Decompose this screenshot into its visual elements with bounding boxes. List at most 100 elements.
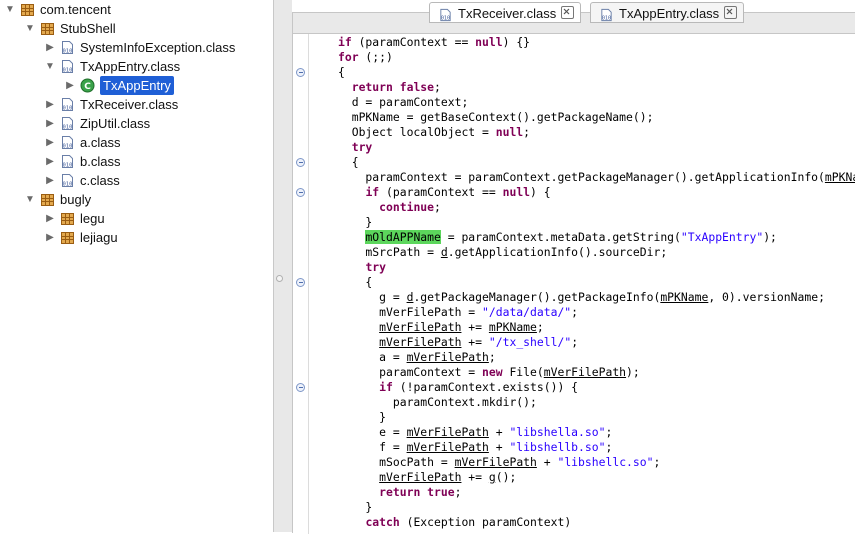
code-line: if (!paramContext.exists()) { [338, 380, 578, 395]
code-field: mVerFilePath [379, 470, 462, 484]
code-keyword: catch [365, 515, 400, 529]
code-string: "libshellc.so" [557, 455, 654, 469]
tree-item[interactable]: ▶ legu [0, 209, 273, 228]
code-line: mSrcPath = d.getApplicationInfo().source… [338, 245, 667, 260]
tree-item[interactable]: ▶ 010 c.class [0, 171, 273, 190]
code-line: { [338, 65, 345, 80]
tree-item[interactable]: ▶ 010 TxReceiver.class [0, 95, 273, 114]
svg-text:C: C [84, 82, 91, 92]
collapsed-twisty-icon[interactable]: ▶ [44, 133, 56, 152]
code-text: .getApplicationInfo().sourceDir; [447, 245, 668, 259]
code-field: d [440, 245, 448, 259]
class-file-icon: 010 [60, 97, 75, 112]
code-keyword: true [427, 485, 455, 499]
svg-text:010: 010 [63, 49, 73, 55]
editor-tab[interactable]: 010 TxReceiver.class [429, 2, 582, 23]
code-editor: 010 TxReceiver.class 010 TxAppEntry.class i… [292, 2, 855, 534]
code-text: (Exception paramContext) [399, 515, 572, 529]
collapsed-twisty-icon[interactable]: ▶ [44, 38, 56, 57]
code-text: (!paramContext.exists()) { [392, 380, 579, 394]
code-text: { [338, 65, 345, 79]
tree-item[interactable]: ▼ StubShell [0, 19, 273, 38]
class-file-icon: 010 [60, 40, 75, 55]
code-keyword: return [379, 485, 421, 499]
editor-tab-label: TxReceiver.class [458, 6, 557, 21]
code-text: { [338, 275, 373, 289]
collapsed-twisty-icon[interactable]: ▶ [44, 95, 56, 114]
tree-item[interactable]: ▼ 010 TxAppEntry.class [0, 57, 273, 76]
expanded-twisty-icon[interactable]: ▼ [24, 190, 36, 209]
code-field: mVerFilePath [406, 440, 489, 454]
code-line: paramContext = paramContext.getPackageMa… [338, 170, 855, 185]
close-tab-icon[interactable] [724, 6, 738, 19]
fold-toggle-icon[interactable] [296, 158, 305, 167]
code-text: , 0).versionName; [708, 290, 825, 304]
code-area[interactable]: if (paramContext == null) {} for (;;){ re… [309, 34, 855, 534]
expanded-twisty-icon[interactable]: ▼ [4, 0, 16, 19]
class-file-icon: 010 [60, 59, 75, 74]
code-text: ; [523, 125, 531, 139]
collapsed-twisty-icon[interactable]: ▶ [44, 228, 56, 247]
editor-tab-label: TxAppEntry.class [619, 6, 720, 21]
expanded-twisty-icon[interactable]: ▼ [44, 57, 56, 76]
collapsed-twisty-icon[interactable]: ▶ [44, 152, 56, 171]
code-text: (paramContext == [351, 35, 476, 49]
code-line: paramContext = new File(mVerFilePath); [338, 365, 640, 380]
code-line: Object localObject = null; [338, 125, 530, 140]
fold-toggle-icon[interactable] [296, 68, 305, 77]
code-string: "/tx_shell/" [488, 335, 572, 349]
code-text: ; [454, 485, 462, 499]
splitter-handle-icon[interactable] [276, 275, 283, 282]
code-line: e = mVerFilePath + "libshella.so"; [338, 425, 612, 440]
tree-item[interactable]: ▶ 010 ZipUtil.class [0, 114, 273, 133]
code-text: paramContext = paramContext.getPackageMa… [338, 170, 825, 184]
code-text: ) { [530, 185, 551, 199]
fold-toggle-icon[interactable] [296, 278, 305, 287]
code-text: ; [605, 440, 613, 454]
code-line: return true; [338, 485, 461, 500]
tree-item-label: b.class [80, 154, 121, 169]
expanded-twisty-icon[interactable]: ▼ [24, 19, 36, 38]
tree-item[interactable]: ▼ com.tencent [0, 0, 273, 19]
code-field: mPKName [488, 320, 537, 334]
code-field: mVerFilePath [454, 455, 537, 469]
code-text: } [338, 410, 387, 424]
tree-item[interactable]: ▶ 010 a.class [0, 133, 273, 152]
tree-item[interactable]: ▶ lejiagu [0, 228, 273, 247]
collapsed-twisty-icon[interactable]: ▶ [44, 114, 56, 133]
code-line: { [338, 155, 359, 170]
tree-item[interactable]: ▼ bugly [0, 190, 273, 209]
code-text: Object localObject = [338, 125, 496, 139]
collapsed-twisty-icon[interactable]: ▶ [64, 76, 76, 95]
close-tab-icon[interactable] [561, 6, 575, 19]
editor-gutter [293, 34, 309, 534]
code-text: += [461, 470, 489, 484]
panel-splitter[interactable] [274, 0, 292, 532]
code-line: return false; [338, 80, 441, 95]
tree-item[interactable]: ▶ 010 b.class [0, 152, 273, 171]
code-text: e = [338, 425, 407, 439]
collapsed-twisty-icon[interactable]: ▶ [44, 209, 56, 228]
tree-item[interactable]: ▶ 010 SystemInfoException.class [0, 38, 273, 57]
code-text: (); [495, 470, 517, 484]
fold-toggle-icon[interactable] [296, 383, 305, 392]
class-file-icon: 010 [60, 154, 75, 169]
svg-text:010: 010 [63, 106, 73, 112]
code-keyword: try [365, 260, 387, 274]
editor-tab-bar: 010 TxReceiver.class 010 TxAppEntry.class [293, 2, 855, 34]
editor-tab[interactable]: 010 TxAppEntry.class [590, 2, 745, 23]
code-line: } [338, 500, 372, 515]
code-text: ; [488, 350, 496, 364]
fold-toggle-icon[interactable] [296, 188, 305, 197]
collapsed-twisty-icon[interactable]: ▶ [44, 171, 56, 190]
code-keyword: if [379, 380, 393, 394]
code-field: mVerFilePath [406, 350, 489, 364]
tree-item[interactable]: ▶ C TxAppEntry [0, 76, 273, 95]
code-string: "libshella.so" [509, 425, 606, 439]
tree-item-label: lejiagu [80, 230, 118, 245]
code-text: ); [763, 230, 777, 244]
